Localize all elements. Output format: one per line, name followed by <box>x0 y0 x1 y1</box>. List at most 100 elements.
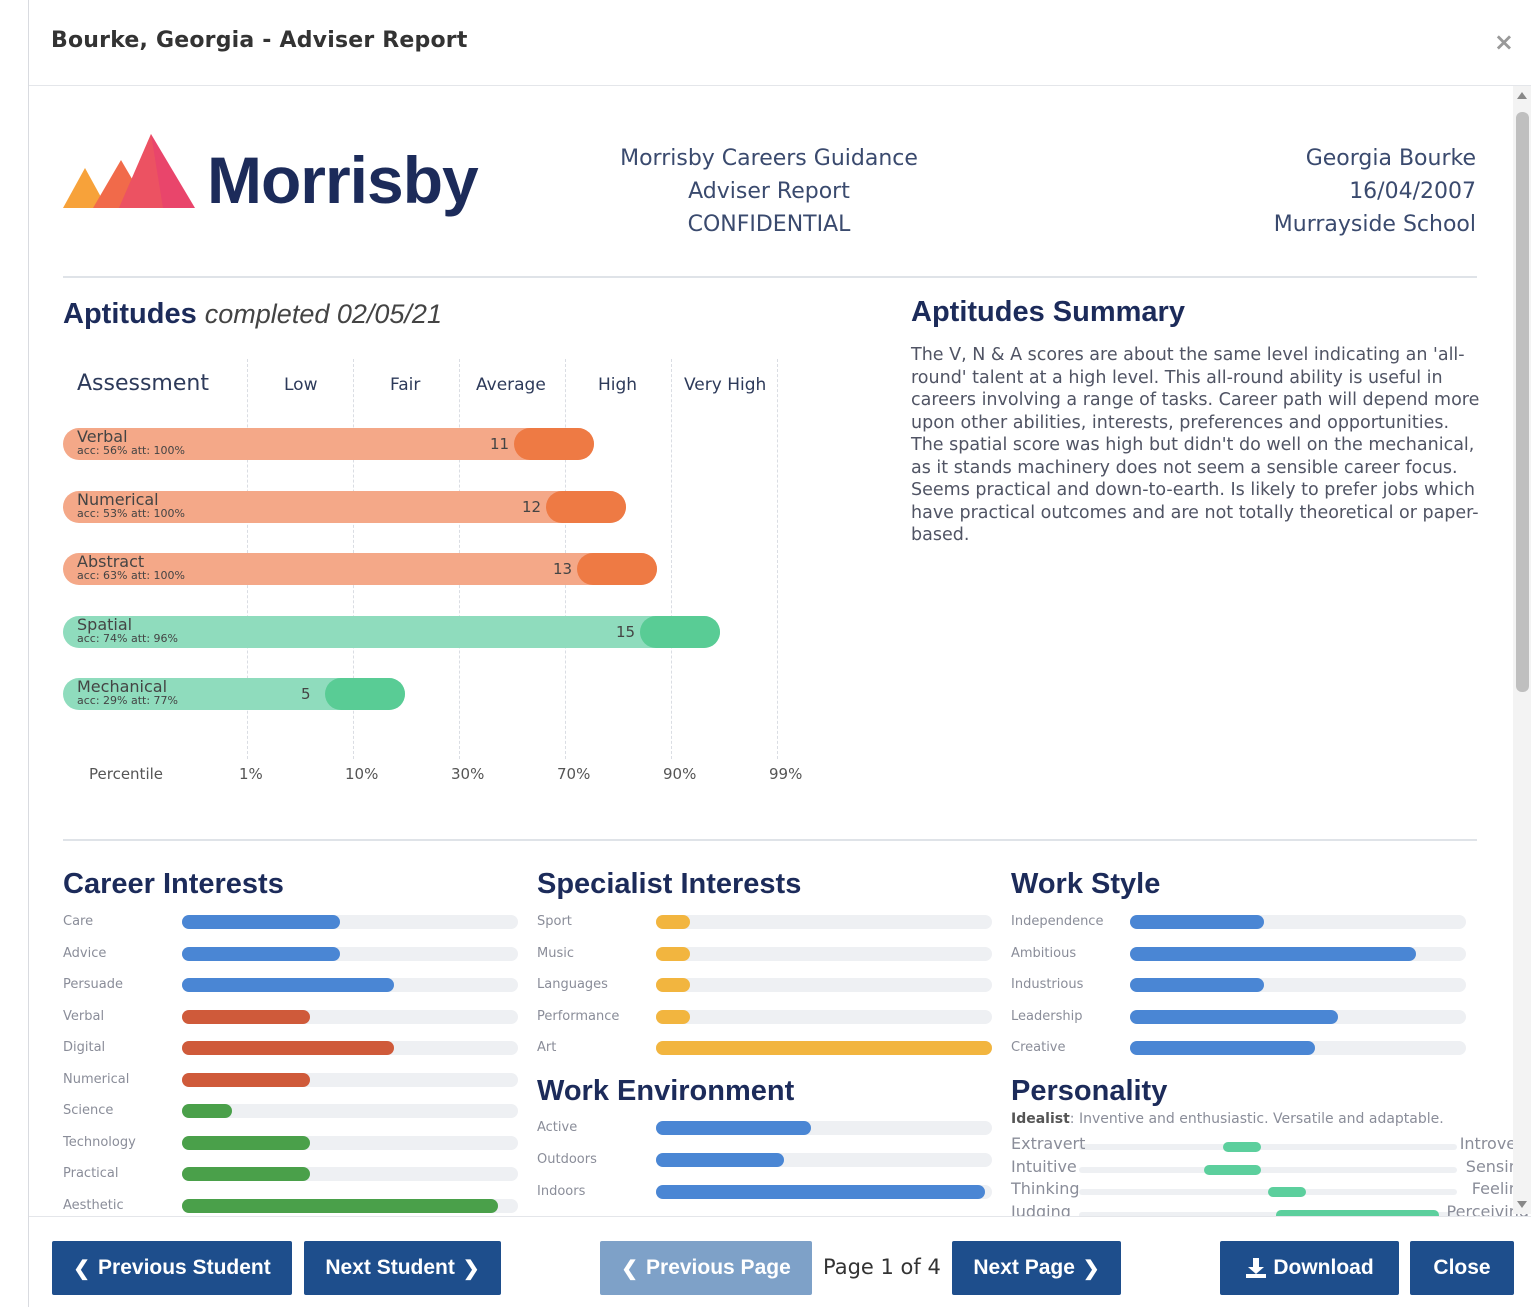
aptitude-score: 5 <box>301 685 311 703</box>
aptitude-bar-cap <box>514 428 594 460</box>
aptitude-bar: Verbal acc: 56% att: 100% 11 <box>63 428 594 460</box>
aptitude-bar-cap <box>546 490 626 523</box>
interest-label: Ambitious <box>1011 945 1077 961</box>
student-info: Georgia Bourke 16/04/2007 Murrayside Sch… <box>1116 142 1476 241</box>
vertical-scrollbar[interactable] <box>1513 86 1531 1214</box>
interest-bar <box>182 1167 310 1181</box>
report-heading-line: Morrisby Careers Guidance <box>620 146 918 171</box>
interest-track <box>656 1009 992 1024</box>
personality-left-label: Intuitive <box>1011 1156 1077 1176</box>
interest-track <box>656 978 992 992</box>
aptitude-score: 15 <box>616 622 636 641</box>
report-body[interactable]: Morrisby Morrisby Careers Guidance Advis… <box>29 86 1531 1216</box>
next-page-button[interactable]: Next Page ❯ <box>952 1241 1121 1295</box>
aptitudes-summary-title: Aptitudes Summary <box>911 296 1185 328</box>
interest-bar <box>182 1009 310 1024</box>
interest-track <box>1130 915 1466 929</box>
interest-label: Leadership <box>1011 1008 1083 1024</box>
aptitude-name: Abstract <box>77 552 145 571</box>
interest-label: Industrious <box>1011 977 1084 992</box>
scroll-down-icon[interactable] <box>1517 1201 1527 1208</box>
percentile-tick: 10% <box>345 765 379 783</box>
student-school: Murrayside School <box>1273 212 1476 237</box>
interest-label: Digital <box>63 1040 106 1055</box>
next-student-label: Next Student <box>325 1256 455 1279</box>
interest-label: Technology <box>63 1134 136 1150</box>
interest-track <box>656 1121 992 1135</box>
interest-bar <box>656 1009 690 1024</box>
interest-label: Aesthetic <box>63 1197 124 1213</box>
scroll-up-icon[interactable] <box>1517 92 1527 99</box>
aptitudes-chart: Assessment Low Fair Average High Very Hi… <box>63 351 863 811</box>
personality-track <box>1079 1187 1457 1197</box>
interest-track <box>182 1041 518 1055</box>
download-button[interactable]: Download <box>1220 1241 1399 1295</box>
aptitude-score: 13 <box>553 560 573 578</box>
brand-name: Morrisby <box>207 143 479 217</box>
scroll-thumb[interactable] <box>1516 112 1529 692</box>
chevron-left-icon: ❮ <box>73 1257 91 1280</box>
percentile-tick: 90% <box>663 765 697 783</box>
grid-line <box>777 359 778 759</box>
chevron-right-icon: ❯ <box>462 1257 480 1280</box>
personality-left-label: Thinking <box>1011 1179 1080 1198</box>
aptitudes-title: Aptitudes completed 02/05/21 <box>63 298 442 331</box>
interest-track <box>182 1104 518 1118</box>
aptitude-bar: Spatial acc: 74% att: 96% 15 <box>63 615 720 648</box>
download-label: Download <box>1273 1256 1374 1279</box>
interest-label: Performance <box>537 1008 620 1024</box>
interest-track <box>182 978 518 992</box>
interest-track <box>656 946 992 961</box>
personality-desc-text: : Inventive and enthusiastic. Versatile … <box>1069 1111 1444 1127</box>
percentile-tick: 1% <box>239 765 263 783</box>
personality-left-label: Judging <box>1011 1201 1071 1217</box>
level-fair: Fair <box>390 375 421 395</box>
aptitude-score: 12 <box>522 497 542 516</box>
interest-label: Verbal <box>63 1008 105 1024</box>
interest-bar <box>182 978 394 992</box>
previous-student-button[interactable]: ❮ Previous Student <box>52 1241 292 1295</box>
modal-header: Bourke, Georgia - Adviser Report × <box>29 0 1531 86</box>
interest-track <box>1130 1041 1466 1055</box>
percentile-label: Percentile <box>89 765 164 783</box>
interest-label: Active <box>537 1120 578 1135</box>
previous-page-button[interactable]: ❮ Previous Page <box>600 1241 812 1295</box>
interest-track <box>656 1041 992 1055</box>
interest-bar <box>656 1184 985 1199</box>
chevron-left-icon: ❮ <box>621 1257 639 1280</box>
level-very-high: Very High <box>684 375 767 395</box>
interest-track <box>1130 1009 1466 1024</box>
interest-track <box>182 915 518 929</box>
interest-bar <box>182 1135 310 1150</box>
aptitude-score: 11 <box>490 435 510 453</box>
close-label: Close <box>1433 1256 1491 1279</box>
interest-bar <box>656 1041 992 1055</box>
interest-label: Care <box>63 914 94 929</box>
divider <box>63 276 1477 278</box>
interest-label: Art <box>537 1040 557 1055</box>
specialist-interests-title: Specialist Interests <box>537 868 802 900</box>
next-student-button[interactable]: Next Student ❯ <box>304 1241 501 1295</box>
aptitudes-title-text: Aptitudes <box>63 298 197 330</box>
interest-track <box>182 946 518 961</box>
close-icon[interactable]: × <box>1494 28 1514 56</box>
report-heading-line: Adviser Report <box>688 179 850 204</box>
interest-track <box>656 1184 992 1199</box>
aptitude-bar-cap <box>325 678 405 710</box>
personality-left-label: Extravert <box>1011 1134 1086 1153</box>
interest-bar <box>656 915 690 929</box>
interest-label: Creative <box>1011 1040 1066 1055</box>
aptitude-accuracy: acc: 29% att: 77% <box>77 694 179 707</box>
interest-bar <box>182 946 340 961</box>
personality-description: Idealist: Inventive and enthusiastic. Ve… <box>1011 1111 1444 1127</box>
morrisby-logo-icon <box>63 134 195 208</box>
aptitudes-completed: completed 02/05/21 <box>204 299 442 329</box>
close-button[interactable]: Close <box>1410 1241 1514 1295</box>
interest-bar <box>656 946 690 961</box>
work-environment-title: Work Environment <box>537 1075 795 1107</box>
personality-type: Idealist <box>1011 1111 1070 1127</box>
interest-bar <box>182 1198 498 1213</box>
interest-bar <box>1130 1041 1315 1055</box>
interest-label: Independence <box>1011 914 1104 929</box>
personality-marker <box>1223 1142 1261 1152</box>
